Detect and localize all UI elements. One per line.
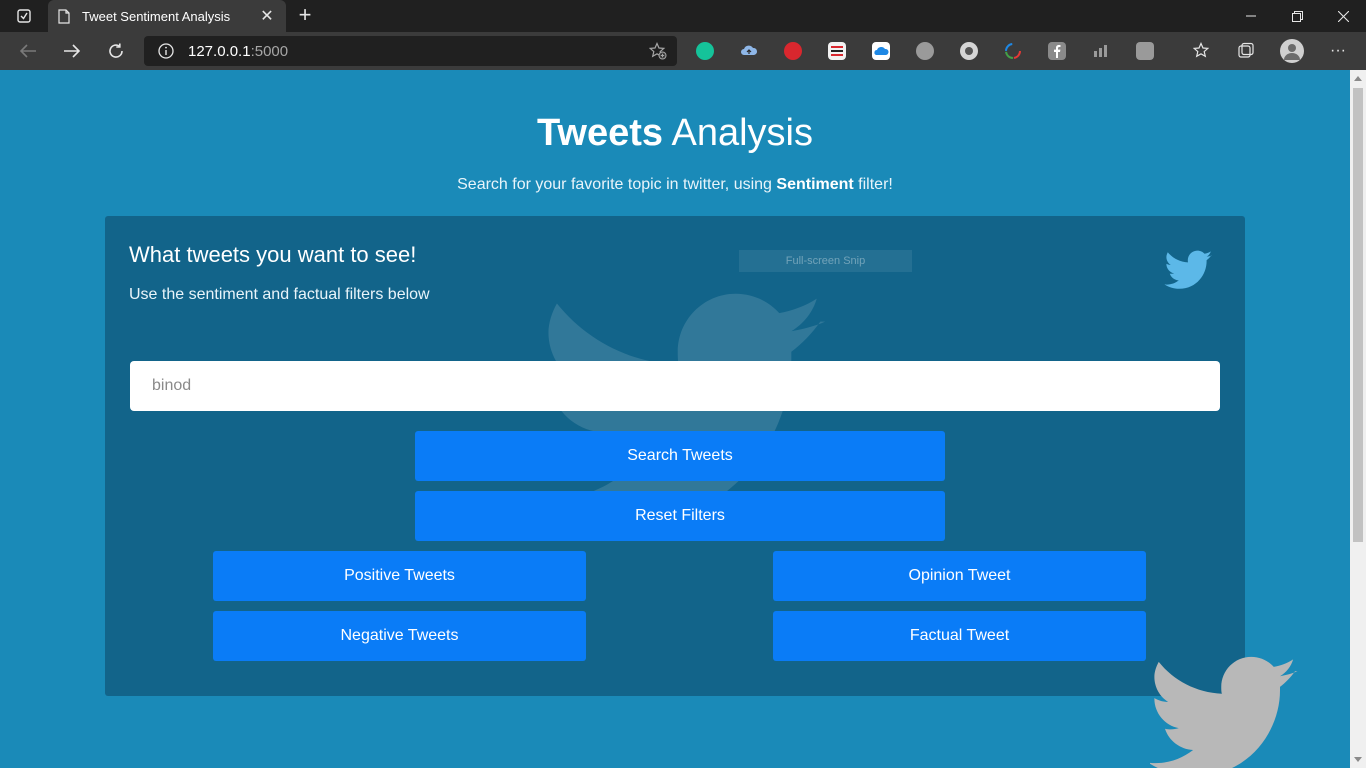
cloud-upload-icon[interactable] — [740, 42, 758, 60]
page-scrollbar[interactable] — [1350, 70, 1366, 768]
opinion-tweet-button[interactable]: Opinion Tweet — [773, 551, 1146, 601]
scroll-up-icon[interactable] — [1354, 76, 1362, 81]
add-favorite-icon[interactable] — [649, 42, 667, 60]
page-content: Tweets Analysis Search for your favorite… — [0, 70, 1350, 768]
minimize-icon[interactable] — [1228, 0, 1274, 32]
ext-chart-icon[interactable] — [1092, 42, 1110, 60]
snip-overlay-label: Full-screen Snip — [739, 250, 912, 272]
twitter-bird-icon — [1164, 250, 1213, 289]
mega-icon[interactable] — [784, 42, 802, 60]
panel-title: What tweets you want to see! — [129, 242, 417, 267]
ext-circle-icon[interactable] — [916, 42, 934, 60]
page-title-bold: Tweets — [537, 112, 664, 154]
search-tweets-button[interactable]: Search Tweets — [415, 431, 945, 481]
factual-tweet-button[interactable]: Factual Tweet — [773, 611, 1146, 661]
scrollbar-thumb[interactable] — [1353, 88, 1363, 542]
page-subtitle: Search for your favorite topic in twitte… — [0, 176, 1350, 194]
profile-avatar-icon[interactable] — [1280, 39, 1304, 63]
address-bar[interactable]: 127.0.0.1:5000 — [144, 36, 677, 66]
search-input[interactable] — [130, 361, 1220, 411]
tab-bar: Tweet Sentiment Analysis ✕ + — [0, 0, 1366, 32]
subtitle-text-bold: Sentiment — [776, 176, 854, 193]
restore-icon[interactable] — [1274, 0, 1320, 32]
url-port: :5000 — [250, 42, 289, 60]
collections-icon[interactable] — [1236, 41, 1256, 61]
favorites-icon[interactable] — [1192, 41, 1212, 61]
browser-toolbar: 127.0.0.1:5000 ··· — [0, 32, 1366, 70]
close-tab-icon[interactable]: ✕ — [258, 6, 276, 26]
panel-subtitle: Use the sentiment and factual filters be… — [129, 286, 430, 303]
new-tab-icon[interactable]: + — [294, 4, 316, 26]
refresh-icon[interactable] — [102, 37, 130, 65]
back-icon[interactable] — [14, 37, 42, 65]
subtitle-text-post: filter! — [853, 176, 893, 193]
url-host: 127.0.0.1 — [188, 42, 251, 60]
subtitle-text-pre: Search for your favorite topic in twitte… — [457, 176, 777, 193]
scroll-down-icon[interactable] — [1354, 757, 1362, 762]
onedrive-icon[interactable] — [872, 42, 890, 60]
ext-record-icon[interactable] — [960, 42, 978, 60]
facebook-icon[interactable] — [1048, 42, 1066, 60]
more-menu-icon[interactable]: ··· — [1328, 41, 1348, 61]
twitter-bird-corner-icon — [1150, 656, 1298, 768]
browser-tab[interactable]: Tweet Sentiment Analysis ✕ — [48, 0, 286, 32]
page-icon — [58, 8, 70, 24]
window-controls — [1228, 0, 1366, 32]
reset-filters-button[interactable]: Reset Filters — [415, 491, 945, 541]
positive-tweets-button[interactable]: Positive Tweets — [213, 551, 586, 601]
tab-title: Tweet Sentiment Analysis — [82, 8, 231, 24]
ext-colorful-icon[interactable] — [1004, 42, 1022, 60]
tab-actions-icon[interactable] — [8, 6, 40, 26]
ext-k-icon[interactable] — [1136, 42, 1154, 60]
forward-icon[interactable] — [58, 37, 86, 65]
grammarly-icon[interactable] — [696, 42, 714, 60]
close-window-icon[interactable] — [1320, 0, 1366, 32]
negative-tweets-button[interactable]: Negative Tweets — [213, 611, 586, 661]
ext-red-stripes-icon[interactable] — [828, 42, 846, 60]
page-title-light: Analysis — [663, 112, 813, 154]
site-info-icon[interactable] — [158, 43, 174, 59]
page-title: Tweets Analysis — [0, 112, 1350, 155]
filter-panel: What tweets you want to see! Use the sen… — [105, 216, 1245, 696]
